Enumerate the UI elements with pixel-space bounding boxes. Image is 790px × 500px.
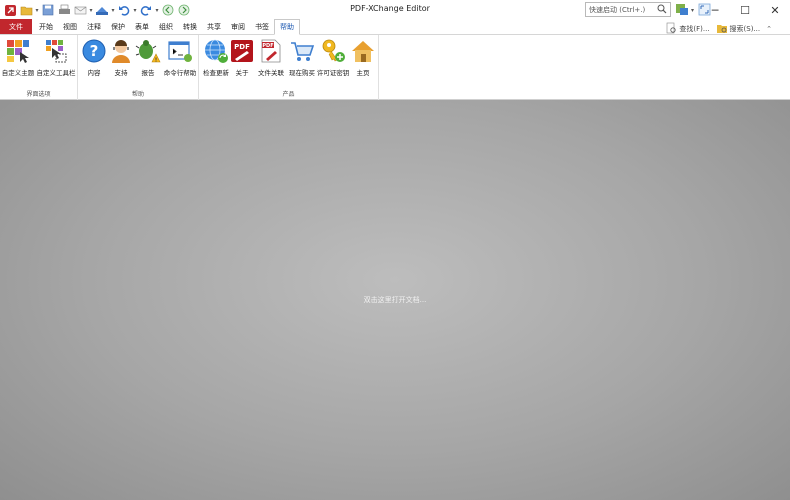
check-updates-button[interactable]: 检查更新 (201, 37, 231, 77)
svg-text:PDF: PDF (262, 43, 273, 49)
undo-icon[interactable] (117, 3, 131, 17)
contents-label: 内容 (87, 69, 101, 77)
document-workspace[interactable]: 双击这里打开文档... (0, 100, 790, 500)
report-label: 报告 (141, 69, 155, 77)
quick-launch-search[interactable]: 快速启动 (Ctrl+.) (585, 2, 671, 17)
svg-text:?: ? (90, 42, 99, 60)
email-dropdown-icon[interactable]: ▾ (88, 7, 94, 14)
ribbon-collapse-icon[interactable]: ⌃ (766, 25, 772, 33)
file-association-button[interactable]: PDF 文件关联 (256, 37, 286, 77)
tabs-right-tools: 查找(F)... 搜索(S)... ⌃ (666, 22, 772, 36)
file-association-label: 文件关联 (258, 69, 284, 77)
custom-toolbar-button[interactable]: 自定义工具栏 (36, 37, 76, 77)
home-icon (349, 37, 377, 65)
tab-comment[interactable]: 注释 (82, 19, 106, 34)
custom-toolbar-label: 自定义工具栏 (36, 69, 76, 77)
license-key-icon (319, 37, 347, 65)
redo-dropdown-icon[interactable]: ▾ (154, 7, 160, 14)
pdf-about-icon: PDF (228, 37, 256, 65)
close-button[interactable]: ✕ (760, 0, 790, 20)
homepage-button[interactable]: 主页 (350, 37, 376, 77)
tab-convert[interactable]: 转换 (178, 19, 202, 34)
tab-help[interactable]: 帮助 (274, 19, 300, 35)
back-icon[interactable] (161, 3, 175, 17)
search-button[interactable]: 搜索(S)... (716, 23, 761, 36)
tab-review[interactable]: 审阅 (226, 19, 250, 34)
tab-file[interactable]: 文件 (0, 19, 32, 34)
ribbon-panel: 自定义主题 自定义工具栏 界面选项 ? 内容 支持 ! 报告 命令行帮助 帮助 … (0, 35, 790, 100)
tab-organize[interactable]: 组织 (154, 19, 178, 34)
open-document-hint[interactable]: 双击这里打开文档... (0, 295, 790, 305)
about-button[interactable]: PDF 关于 (229, 37, 255, 77)
tab-view[interactable]: 视图 (58, 19, 82, 34)
find-button[interactable]: 查找(F)... (666, 22, 710, 36)
tab-share[interactable]: 共享 (202, 19, 226, 34)
support-button[interactable]: 支持 (108, 37, 134, 77)
tab-bookmarks[interactable]: 书签 (250, 19, 274, 34)
support-agent-icon (107, 37, 135, 65)
group-label-product: 产品 (282, 91, 295, 98)
search-icon[interactable] (657, 4, 667, 16)
globe-update-icon (202, 37, 230, 65)
forward-icon[interactable] (177, 3, 191, 17)
group-label-help: 帮助 (131, 91, 144, 98)
file-association-icon: PDF (257, 37, 285, 65)
shopping-cart-icon (288, 37, 316, 65)
report-button[interactable]: ! 报告 (135, 37, 161, 77)
minimize-button[interactable]: ─ (700, 0, 730, 20)
tab-form[interactable]: 表单 (130, 19, 154, 34)
window-title: PDF-XChange Editor (350, 4, 430, 13)
search-label: 搜索(S)... (729, 25, 761, 33)
about-label: 关于 (235, 69, 249, 77)
homepage-label: 主页 (356, 69, 370, 77)
help-question-icon: ? (80, 37, 108, 65)
undo-dropdown-icon[interactable]: ▾ (132, 7, 138, 14)
open-folder-icon[interactable] (19, 3, 33, 17)
find-label: 查找(F)... (679, 25, 710, 33)
app-logo-icon[interactable] (3, 3, 17, 17)
check-updates-label: 检查更新 (203, 69, 229, 77)
group-ui-options: 自定义主题 自定义工具栏 界面选项 (0, 35, 78, 100)
quick-launch-placeholder: 快速启动 (Ctrl+.) (589, 5, 646, 14)
scan-icon[interactable] (95, 3, 109, 17)
bug-report-icon: ! (134, 37, 162, 65)
license-key-button[interactable]: 许可证密钥 (316, 37, 350, 77)
command-line-icon (166, 37, 194, 65)
maximize-button[interactable]: ☐ (730, 0, 760, 20)
search-folder-icon (716, 23, 728, 36)
buy-now-button[interactable]: 现在购买 (287, 37, 317, 77)
quick-access-toolbar: ▾ ▾ ▾ ▾ ▾ (0, 0, 192, 20)
scan-dropdown-icon[interactable]: ▾ (110, 7, 116, 14)
window-controls: ─ ☐ ✕ (700, 0, 790, 20)
tab-protect[interactable]: 保护 (106, 19, 130, 34)
custom-theme-button[interactable]: 自定义主题 (1, 37, 35, 77)
custom-theme-label: 自定义主题 (1, 69, 35, 77)
custom-theme-icon (4, 37, 32, 65)
custom-toolbar-icon (42, 37, 70, 65)
group-label-ui-options: 界面选项 (26, 91, 51, 98)
save-icon[interactable] (41, 3, 55, 17)
svg-text:!: ! (155, 58, 157, 64)
buy-now-label: 现在购买 (289, 69, 315, 77)
ui-options-dropdown-icon[interactable]: ▾ (691, 7, 694, 14)
group-help: ? 内容 支持 ! 报告 命令行帮助 帮助 (78, 35, 199, 100)
cmdline-help-label: 命令行帮助 (163, 69, 197, 77)
title-bar: ▾ ▾ ▾ ▾ ▾ PDF-XChange Editor 快速启动 (Ctrl+… (0, 0, 790, 20)
group-product: 检查更新 PDF 关于 PDF 文件关联 现在购买 许可证密钥 主页 产品 (199, 35, 379, 100)
ui-options-icon[interactable] (675, 3, 689, 18)
find-icon (666, 22, 677, 36)
redo-icon[interactable] (139, 3, 153, 17)
svg-text:PDF: PDF (234, 43, 250, 51)
contents-button[interactable]: ? 内容 (81, 37, 107, 77)
print-icon[interactable] (57, 3, 71, 17)
cmdline-help-button[interactable]: 命令行帮助 (162, 37, 198, 77)
tab-home[interactable]: 开始 (34, 19, 58, 34)
email-icon[interactable] (73, 3, 87, 17)
license-key-label: 许可证密钥 (316, 69, 350, 77)
support-label: 支持 (114, 69, 128, 77)
ribbon-tabs: 文件 开始 视图 注释 保护 表单 组织 转换 共享 审阅 书签 帮助 查找(F… (0, 19, 790, 36)
open-dropdown-icon[interactable]: ▾ (34, 7, 40, 14)
